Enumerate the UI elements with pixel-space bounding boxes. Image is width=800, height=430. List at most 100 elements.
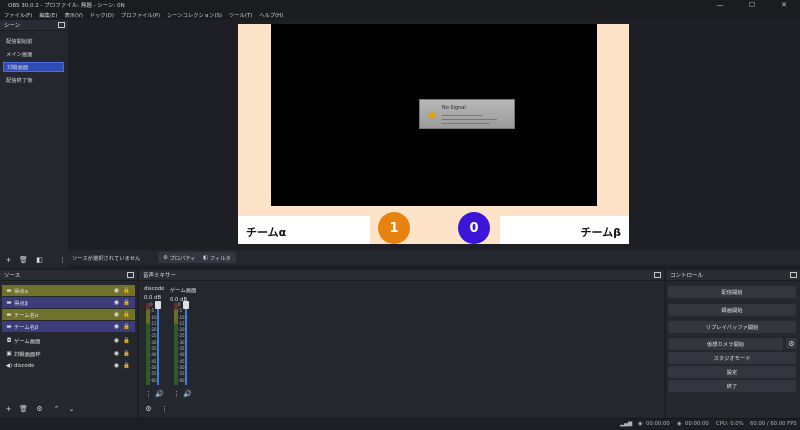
filters-label: フィルタ — [209, 255, 231, 262]
folder-icon: ▬ — [6, 311, 12, 318]
move-up-icon[interactable]: ⌃ — [51, 403, 62, 414]
meter-scale: 0 -5 -10 -15 -20 -25 -30 -35 -40 -45 -50… — [150, 302, 157, 384]
properties-button[interactable]: ⚙ プロパティ — [158, 252, 201, 263]
source-item-2[interactable]: ▬ チーム名α ◉ 🔒 — [2, 309, 135, 320]
add-scene-icon[interactable]: + — [3, 254, 14, 265]
replay-buffer-button[interactable]: リプレイバッファ開始 — [668, 321, 796, 333]
dialog-line — [442, 119, 497, 120]
controls-title: コントロール — [670, 273, 704, 279]
eye-icon[interactable]: ◉ — [114, 311, 119, 318]
lock-icon[interactable]: 🔒 — [123, 300, 130, 306]
mixer-menu-icon[interactable]: ⋮ — [159, 403, 170, 414]
mixer-panel — [139, 270, 664, 418]
source-item-4[interactable]: ◘ ゲーム画面 ◉ 🔒 — [2, 335, 135, 346]
fader-game[interactable] — [185, 303, 187, 385]
scene-item-3[interactable]: 配信終了後 — [3, 75, 64, 85]
source-label: discode — [14, 362, 35, 369]
mute-icon[interactable]: 🔊 — [154, 388, 165, 399]
source-label: ゲーム画面 — [14, 338, 41, 345]
scale-tick: -25 — [178, 333, 185, 339]
lock-icon[interactable]: 🔒 — [123, 324, 130, 330]
undock-icon[interactable] — [790, 272, 797, 278]
source-item-3[interactable]: ▬ チーム名β ◉ 🔒 — [2, 321, 135, 332]
fader-discode[interactable] — [157, 303, 159, 385]
game-capture-area: No Signal — [271, 24, 597, 206]
lock-icon[interactable]: 🔒 — [123, 288, 130, 294]
virtual-camera-settings-icon[interactable]: ⚙ — [786, 338, 797, 349]
menu-edit[interactable]: 編集(E) — [39, 11, 57, 19]
start-streaming-button[interactable]: 配信開始 — [668, 286, 796, 298]
eye-icon[interactable]: ◉ — [114, 287, 119, 294]
channel-name: ゲーム画面 — [170, 288, 197, 294]
scale-tick: -25 — [150, 333, 157, 339]
scene-filter-icon[interactable]: ◧ — [34, 254, 45, 265]
add-source-icon[interactable]: + — [3, 403, 14, 414]
no-signal-dialog: No Signal — [419, 99, 515, 129]
channel-menu-icon[interactable]: ⋮ — [171, 388, 182, 399]
dialog-line — [442, 123, 490, 124]
menu-scene-collection[interactable]: シーンコレクション(S) — [167, 11, 222, 19]
source-settings-icon[interactable]: ⚙ — [34, 403, 45, 414]
mixer-settings-icon[interactable]: ⚙ — [143, 403, 154, 414]
title-bar: OBS 30.0.2 - プロファイル: 無題 - シーン: 0N — ☐ ✕ — [0, 0, 800, 10]
settings-button[interactable]: 設定 — [668, 366, 796, 378]
scale-tick: -40 — [178, 352, 185, 358]
source-label: 得点β — [14, 300, 28, 307]
filters-button[interactable]: ◧ フィルタ — [198, 252, 236, 263]
undock-icon[interactable] — [654, 272, 661, 278]
source-label: チーム名β — [14, 324, 39, 331]
warning-icon — [428, 110, 436, 117]
studio-mode-button[interactable]: スタジオモード — [668, 352, 796, 364]
scene-menu-icon[interactable]: ⋮ — [57, 254, 68, 265]
lock-icon[interactable]: 🔒 — [123, 312, 130, 318]
eye-icon[interactable]: ◉ — [114, 350, 119, 357]
scale-tick: -60 — [150, 377, 157, 383]
menu-dock[interactable]: ドック(D) — [90, 11, 114, 19]
menu-help[interactable]: ヘルプ(H) — [259, 11, 283, 19]
menu-view[interactable]: 表示(V) — [64, 11, 82, 19]
controls-header: コントロール — [666, 270, 800, 281]
close-button[interactable]: ✕ — [768, 0, 800, 10]
source-item-1[interactable]: ▬ 得点β ◉ 🔒 — [2, 297, 135, 308]
scene-item-0[interactable]: 配信開始前 — [3, 36, 64, 46]
virtual-camera-button[interactable]: 仮想カメラ開始 — [668, 338, 783, 350]
rec-status-icon: ◉ — [677, 421, 682, 427]
remove-source-icon[interactable]: 🗑 — [18, 403, 29, 414]
scale-tick: -10 — [178, 314, 185, 320]
lock-icon[interactable]: 🔒 — [123, 338, 130, 344]
folder-icon: ▬ — [6, 299, 12, 306]
exit-button[interactable]: 終了 — [668, 380, 796, 392]
source-item-6[interactable]: ◀) discode ◉ 🔒 — [2, 360, 135, 371]
lock-icon[interactable]: 🔒 — [123, 363, 130, 369]
window-title: OBS 30.0.2 - プロファイル: 無題 - シーン: 0N — [8, 3, 125, 9]
lock-icon[interactable]: 🔒 — [123, 351, 130, 357]
rec-time: 00:00:00 — [685, 421, 709, 427]
no-source-message: ソースが選択されていません — [72, 255, 141, 262]
source-item-5[interactable]: ▣ 対戦画面枠 ◉ 🔒 — [2, 348, 135, 359]
undock-icon[interactable] — [58, 22, 65, 28]
scene-item-1[interactable]: メイン画面 — [3, 49, 64, 59]
eye-icon[interactable]: ◉ — [114, 323, 119, 330]
remove-scene-icon[interactable]: 🗑 — [18, 254, 29, 265]
folder-icon: ▬ — [6, 287, 12, 294]
move-down-icon[interactable]: ⌄ — [66, 403, 77, 414]
preview-canvas[interactable]: No Signal チームα チームβ 1 0 — [238, 24, 629, 244]
score-bar: チームα チームβ — [238, 216, 629, 244]
menu-profile[interactable]: プロファイル(P) — [121, 11, 160, 19]
minimize-button[interactable]: — — [704, 0, 736, 10]
menu-tools[interactable]: ツール(T) — [229, 11, 252, 19]
maximize-button[interactable]: ☐ — [736, 0, 768, 10]
start-recording-button[interactable]: 録画開始 — [668, 304, 796, 316]
scene-item-2[interactable]: 対戦画面 — [3, 62, 64, 72]
mute-icon[interactable]: 🔊 — [182, 388, 193, 399]
eye-icon[interactable]: ◉ — [114, 337, 119, 344]
channel-menu-icon[interactable]: ⋮ — [143, 388, 154, 399]
eye-icon[interactable]: ◉ — [114, 362, 119, 369]
scenes-title: シーン — [4, 23, 21, 29]
source-item-0[interactable]: ▬ 得点α ◉ 🔒 — [2, 285, 135, 296]
sources-header: ソース — [0, 270, 137, 281]
properties-label: プロパティ — [169, 255, 196, 262]
eye-icon[interactable]: ◉ — [114, 299, 119, 306]
menu-file[interactable]: ファイル(F) — [4, 11, 32, 19]
undock-icon[interactable] — [127, 272, 134, 278]
